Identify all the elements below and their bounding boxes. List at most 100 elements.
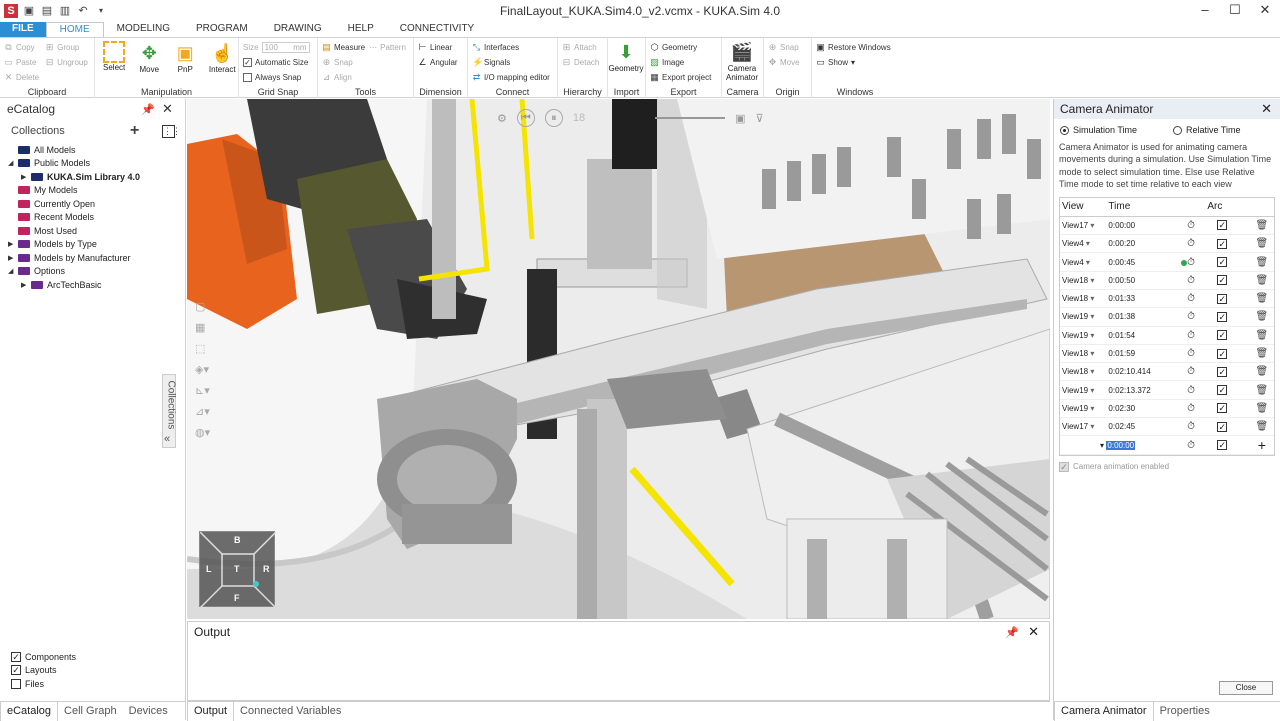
arc-checkbox[interactable]: ✓ — [1217, 312, 1227, 322]
pause-icon[interactable]: ⏸ — [545, 109, 563, 127]
expander-icon[interactable]: ▶ — [8, 240, 18, 248]
view-dropdown[interactable]: View4 ▾ — [1060, 253, 1106, 271]
pin-icon[interactable]: 📌 — [141, 103, 155, 116]
trash-icon[interactable]: 🗑 — [1250, 308, 1274, 326]
tree-item[interactable]: ◢Public Models — [8, 157, 185, 171]
view-dropdown[interactable]: View18 ▾ — [1060, 289, 1106, 307]
trash-icon[interactable]: 🗑 — [1250, 326, 1274, 344]
arc-checkbox[interactable]: ✓ — [1217, 440, 1227, 450]
time-cell[interactable]: 0:02:13.372 — [1106, 381, 1187, 399]
table-row[interactable]: View19 ▾0:01:54⏱✓🗑 — [1060, 326, 1274, 344]
tab-file[interactable]: FILE — [0, 22, 46, 38]
measure-button[interactable]: ▤Measure — [322, 43, 365, 52]
tree-item[interactable]: ▶Models by Manufacturer — [8, 251, 185, 265]
arc-checkbox[interactable]: ✓ — [1217, 330, 1227, 340]
tree-item[interactable]: All Models — [8, 143, 185, 157]
new-time-input[interactable]: 0:00:00 — [1106, 436, 1187, 454]
view-dropdown[interactable]: View18 ▾ — [1060, 271, 1106, 289]
add-collection-icon[interactable]: + — [130, 122, 139, 140]
view-dropdown[interactable]: View19 ▾ — [1060, 381, 1106, 399]
tab-program[interactable]: PROGRAM — [183, 22, 261, 38]
navcube-left[interactable]: L — [206, 564, 212, 574]
trash-icon[interactable]: 🗑 — [1250, 399, 1274, 417]
table-row[interactable]: View19 ▾0:02:30⏱✓🗑 — [1060, 399, 1274, 417]
reset-simulation-icon[interactable]: ⏮ — [517, 109, 535, 127]
arc-checkbox[interactable]: ✓ — [1217, 367, 1227, 377]
timer-icon[interactable]: ⏱ — [1187, 344, 1203, 362]
add-row-icon[interactable]: + — [1250, 436, 1274, 454]
screenshot-icon[interactable]: ▣ — [735, 112, 745, 125]
timer-icon[interactable]: ⏱ — [1187, 418, 1203, 436]
pnp-button[interactable]: ▣PnP — [173, 41, 197, 74]
trash-icon[interactable]: 🗑 — [1250, 418, 1274, 436]
trash-icon[interactable]: 🗑 — [1250, 271, 1274, 289]
ungroup-button[interactable]: ⊟Ungroup — [45, 55, 88, 70]
close-icon[interactable]: ✕ — [162, 101, 173, 117]
export-image-button[interactable]: ▨Image — [650, 55, 717, 70]
table-row[interactable]: View18 ▾0:01:33⏱✓🗑 — [1060, 289, 1274, 307]
time-cell[interactable]: 0:01:33 — [1106, 289, 1187, 307]
table-row[interactable]: View19 ▾0:02:13.372⏱✓🗑 — [1060, 381, 1274, 399]
expander-icon[interactable]: ◢ — [8, 267, 18, 275]
trash-icon[interactable]: 🗑 — [1250, 289, 1274, 307]
close-icon[interactable]: ✕ — [1261, 101, 1272, 117]
show-dropdown[interactable]: ▭Show▾ — [816, 55, 894, 70]
linear-button[interactable]: ⊢Linear — [418, 40, 463, 55]
arc-checkbox[interactable]: ✓ — [1217, 422, 1227, 432]
view-dropdown[interactable]: View19 ▾ — [1060, 326, 1106, 344]
navcube-back[interactable]: B — [234, 535, 241, 545]
time-cell[interactable]: 0:02:10.414 — [1106, 363, 1187, 381]
snap-mode-icon[interactable]: ⊿▾ — [195, 405, 210, 418]
material-icon[interactable]: ◍▾ — [195, 426, 210, 439]
time-cell[interactable]: 0:02:45 — [1106, 418, 1187, 436]
move-button[interactable]: ✥Move — [137, 41, 161, 74]
trash-icon[interactable]: 🗑 — [1250, 344, 1274, 362]
time-cell[interactable]: 0:01:59 — [1106, 344, 1187, 362]
minimize-button[interactable]: – — [1190, 0, 1220, 22]
table-row[interactable]: View17 ▾0:02:45⏱✓🗑 — [1060, 418, 1274, 436]
export-project-button[interactable]: ▦Export project — [650, 70, 717, 85]
arc-checkbox[interactable]: ✓ — [1217, 275, 1227, 285]
tree-item[interactable]: ▶ArcTechBasic — [8, 278, 185, 292]
relative-time-radio[interactable]: Relative Time — [1173, 125, 1241, 135]
filter-files[interactable]: Files — [11, 677, 76, 691]
tree-item[interactable]: My Models — [8, 184, 185, 198]
view-dropdown[interactable]: View17 ▾ — [1060, 216, 1106, 234]
view-dropdown[interactable]: View19 ▾ — [1060, 308, 1106, 326]
trash-icon[interactable]: 🗑 — [1250, 381, 1274, 399]
table-row[interactable]: View18 ▾0:02:10.414⏱✓🗑 — [1060, 363, 1274, 381]
timer-icon[interactable]: ⏱ — [1187, 271, 1203, 289]
filter-icon[interactable]: ⊽ — [756, 112, 764, 125]
timer-icon[interactable]: ⏱ — [1187, 253, 1203, 271]
pin-icon[interactable]: 📌 — [1005, 626, 1019, 639]
size-input[interactable]: 100mm — [262, 42, 310, 53]
close-button[interactable]: Close — [1219, 681, 1273, 695]
tab-properties[interactable]: Properties — [1154, 702, 1216, 721]
grid-view-icon[interactable]: ⋮⋮ — [162, 125, 175, 138]
tab-connectivity[interactable]: CONNECTIVITY — [387, 22, 487, 38]
time-cell[interactable]: 0:00:00 — [1106, 216, 1187, 234]
trash-icon[interactable]: 🗑 — [1250, 363, 1274, 381]
time-cell[interactable]: 0:02:30 — [1106, 399, 1187, 417]
tree-item[interactable]: ▶KUKA.Sim Library 4.0 — [8, 170, 185, 184]
arc-checkbox[interactable]: ✓ — [1217, 403, 1227, 413]
tab-modeling[interactable]: MODELING — [104, 22, 183, 38]
delete-button[interactable]: ✕Delete — [4, 70, 39, 85]
arc-checkbox[interactable]: ✓ — [1217, 239, 1227, 249]
expander-icon[interactable]: ◢ — [8, 159, 18, 167]
group-button[interactable]: ⊞Group — [45, 40, 88, 55]
always-snap-checkbox[interactable]: Always Snap — [243, 70, 313, 85]
simulation-time-radio[interactable]: Simulation Time — [1060, 125, 1137, 135]
view-dropdown[interactable]: View19 ▾ — [1060, 399, 1106, 417]
copy-button[interactable]: ⧉Copy — [4, 40, 39, 55]
close-icon[interactable]: ✕ — [1028, 624, 1039, 640]
new-view-dropdown[interactable]: ▾ — [1060, 436, 1106, 454]
tree-item[interactable]: ▶Models by Type — [8, 238, 185, 252]
arc-checkbox[interactable]: ✓ — [1217, 385, 1227, 395]
tab-camera-animator[interactable]: Camera Animator — [1054, 702, 1154, 721]
trash-icon[interactable]: 🗑 — [1250, 235, 1274, 253]
time-cell[interactable]: 0:00:20 — [1106, 235, 1187, 253]
tree-item[interactable]: Most Used — [8, 224, 185, 238]
tab-home[interactable]: HOME — [46, 22, 104, 38]
view-dropdown[interactable]: View18 ▾ — [1060, 344, 1106, 362]
